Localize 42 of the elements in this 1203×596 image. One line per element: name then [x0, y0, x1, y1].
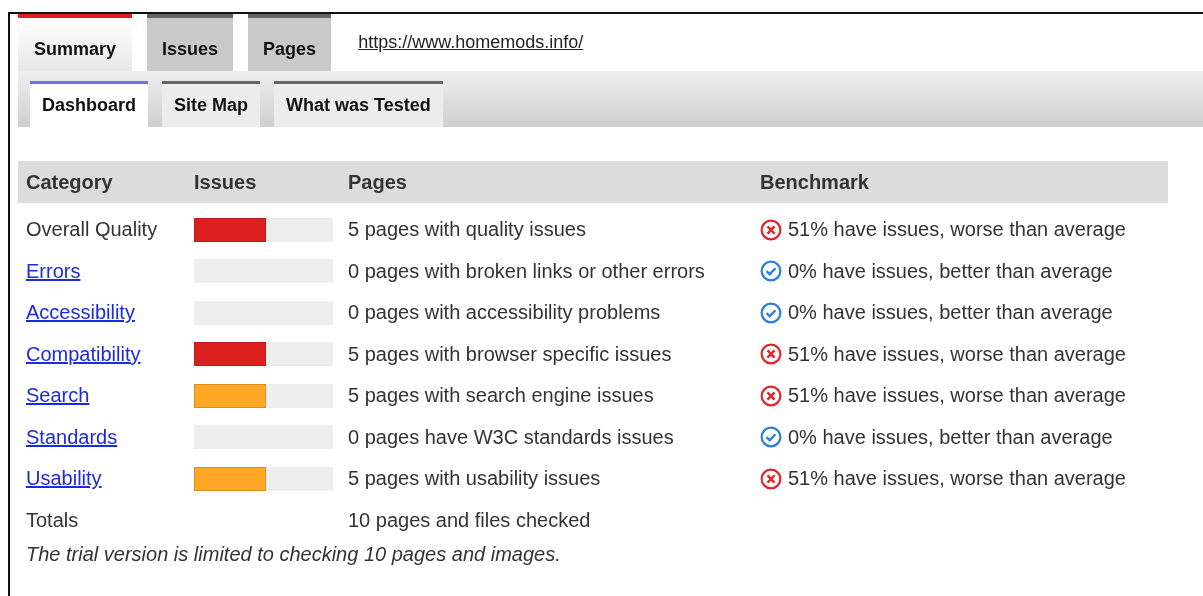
column-header: Category [25, 170, 114, 194]
trial-note: The trial version is limited to checking 10 pages and images. [25, 542, 562, 566]
category-link[interactable]: Search [26, 384, 90, 408]
subtab[interactable]: Site Map [162, 81, 261, 127]
error-icon [760, 218, 782, 241]
error-icon [760, 384, 782, 407]
tab[interactable]: Issues [147, 14, 234, 71]
benchmark-text: 0% have issues, better than average [788, 301, 1113, 325]
benchmark-text: 51% have issues, worse than average [788, 384, 1126, 408]
pages-text: 0 pages with broken links or other errors [348, 259, 706, 283]
url-link[interactable]: https://www.homemods.info/ [358, 32, 584, 53]
pages-text: 5 pages with search engine issues [348, 384, 655, 408]
category-label: Overall Quality [26, 218, 158, 242]
benchmark-text: 0% have issues, better than average [788, 259, 1113, 283]
pages-text: 0 pages have W3C standards issues [348, 425, 675, 449]
subtab[interactable]: What was Tested [274, 81, 443, 127]
benchmark-text: 51% have issues, worse than average [788, 218, 1126, 242]
totals-label: Totals [25, 508, 80, 532]
category-link[interactable]: Accessibility [26, 301, 135, 325]
column-header: Issues [194, 170, 258, 194]
category-link[interactable]: Compatibility [26, 342, 141, 366]
check-icon [760, 301, 782, 324]
tab[interactable]: Pages [248, 14, 332, 71]
error-icon [760, 343, 782, 366]
pages-text: 0 pages with accessibility problems [348, 301, 662, 325]
category-link[interactable]: Usability [26, 467, 102, 491]
category-link[interactable]: Standards [26, 425, 118, 449]
column-header: Pages [348, 170, 408, 194]
check-icon [760, 260, 782, 283]
benchmark-text: 51% have issues, worse than average [788, 342, 1126, 366]
totals-text: 10 pages and files checked [348, 508, 592, 532]
benchmark-text: 0% have issues, better than average [788, 425, 1113, 449]
error-icon [760, 467, 782, 490]
pages-text: 5 pages with usability issues [348, 467, 602, 491]
pages-text: 5 pages with browser specific issues [348, 342, 673, 366]
benchmark-text: 51% have issues, worse than average [788, 467, 1126, 491]
column-header: Benchmark [760, 170, 870, 194]
category-link[interactable]: Errors [26, 259, 81, 283]
check-icon [760, 426, 782, 449]
pages-text: 5 pages with quality issues [348, 218, 587, 242]
tab[interactable]: Summary [18, 14, 133, 71]
subtab[interactable]: Dashboard [30, 81, 149, 127]
